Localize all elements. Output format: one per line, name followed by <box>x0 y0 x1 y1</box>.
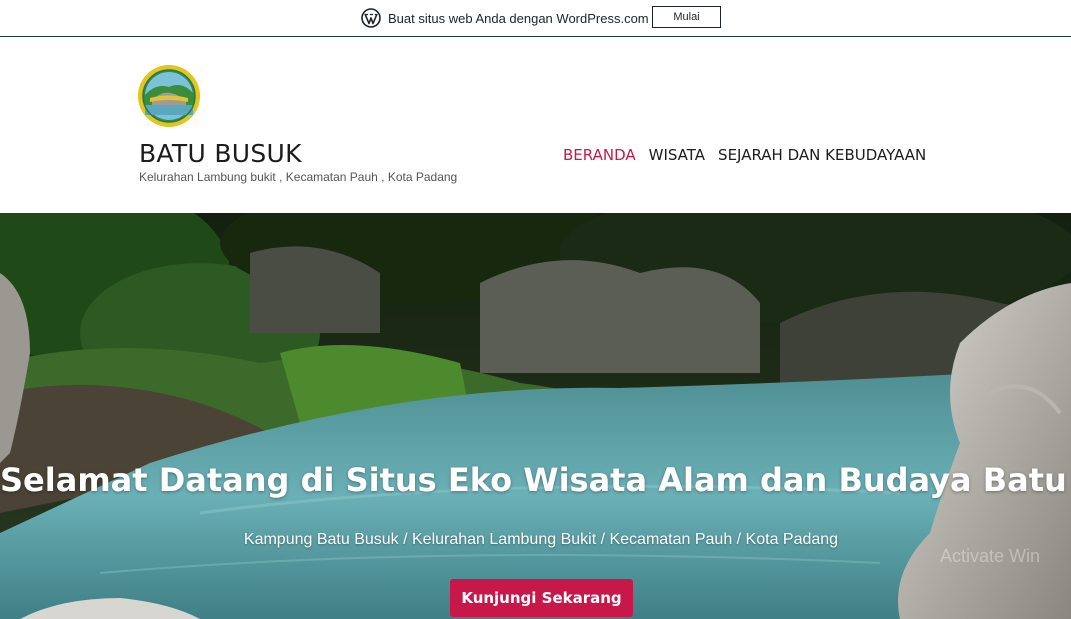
wordpress-promo-bar: Buat situs web Anda dengan WordPress.com… <box>0 0 1071 37</box>
nav-item-wisata[interactable]: WISATA <box>649 146 705 164</box>
hero-background-image <box>0 213 1071 619</box>
hero-subtitle: Kampung Batu Busuk / Kelurahan Lambung B… <box>243 531 839 548</box>
site-title[interactable]: BATU BUSUK <box>139 139 302 168</box>
nav-item-beranda[interactable]: BERANDA <box>563 146 636 164</box>
hero-section: Activate Win Selamat Datang di Situs Eko… <box>0 213 1071 619</box>
wordpress-promo-text[interactable]: Buat situs web Anda dengan WordPress.com <box>388 11 649 26</box>
visit-now-button[interactable]: Kunjungi Sekarang <box>450 579 633 617</box>
activation-watermark: Activate Win <box>940 546 1041 566</box>
start-button[interactable]: Mulai <box>652 6 721 28</box>
wordpress-promo-content: Buat situs web Anda dengan WordPress.com <box>361 6 649 30</box>
hero-title: Selamat Datang di Situs Eko Wisata Alam … <box>0 461 1071 499</box>
site-logo-image <box>138 65 200 127</box>
nav-item-sejarah-dan-kebudayaan[interactable]: SEJARAH DAN KEBUDAYAAN <box>718 146 926 164</box>
wordpress-logo-icon[interactable] <box>361 8 381 28</box>
site-header: BATU BUSUK Kelurahan Lambung bukit , Kec… <box>0 38 1071 213</box>
site-description: Kelurahan Lambung bukit , Kecamatan Pauh… <box>139 170 458 184</box>
site-logo[interactable] <box>138 65 200 127</box>
main-navigation: BERANDA WISATA SEJARAH DAN KEBUDAYAAN <box>563 146 926 164</box>
